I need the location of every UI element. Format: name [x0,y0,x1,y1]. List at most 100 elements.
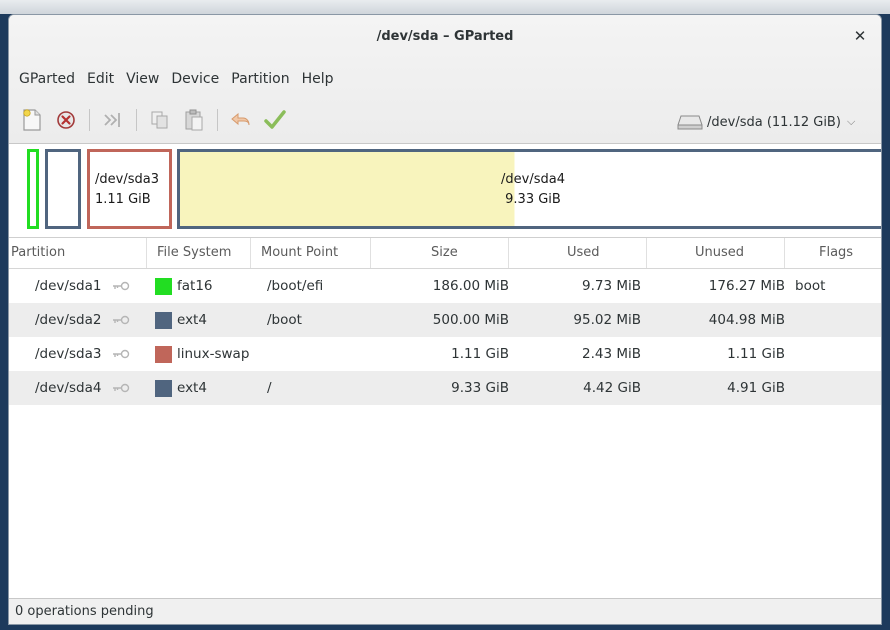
resize-move-button[interactable] [100,107,126,133]
table-row[interactable]: /dev/sda4 ext4 / 9.33 GiB 4.42 GiB 4.91 … [9,371,881,405]
partition-cell: /dev/sda2 [35,303,130,337]
partition-block-sda1[interactable] [27,149,39,229]
filesystem-color-swatch [155,345,172,363]
key-icon [112,315,129,325]
unused-cell: 1.11 GiB [727,346,785,362]
statusbar: 0 operations pending [9,598,881,624]
partition-name: /dev/sda4 [35,380,102,396]
size-cell: 9.33 GiB [451,380,509,396]
used-cell: 2.43 MiB [581,346,641,362]
key-icon [112,281,129,291]
device-selector[interactable]: /dev/sda (11.12 GiB) ⌵ [677,109,875,135]
partition-block-sda2[interactable] [45,149,81,229]
size-cell: 500.00 MiB [432,312,509,328]
paste-icon [185,109,203,131]
partition-cell: /dev/sda3 [35,337,130,371]
desktop-background [0,0,890,14]
new-icon [23,109,41,131]
partition-block-size: 1.11 GiB [95,192,151,207]
harddisk-icon [677,115,703,130]
used-cell: 95.02 MiB [573,312,641,328]
used-cell: 4.42 GiB [583,380,641,396]
partition-name: /dev/sda2 [35,312,102,328]
toolbar-separator [136,109,137,131]
filesystem-color-swatch [155,311,172,329]
mountpoint-cell: / [267,380,272,396]
titlebar[interactable]: /dev/sda – GParted ✕ [9,15,881,63]
partition-block-name: /dev/sda3 [95,172,159,187]
filesystem-name: linux-swap [177,346,250,362]
column-header-used[interactable]: Used [509,238,647,268]
column-header-flags[interactable]: Flags [785,238,881,268]
toolbar [19,105,296,135]
table-row[interactable]: /dev/sda2 ext4 /boot 500.00 MiB 95.02 Mi… [9,303,881,337]
chevron-down-icon: ⌵ [846,115,856,128]
key-icon [112,349,129,359]
copy-icon [151,111,168,129]
undo-icon [231,112,250,126]
undo-button[interactable] [228,107,254,133]
copy-button[interactable] [147,107,173,133]
table-row[interactable]: /dev/sda1 fat16 /boot/efi 186.00 MiB 9.7… [9,269,881,303]
table-header: Partition File System Mount Point Size U… [9,238,881,269]
toolbar-separator [217,109,218,131]
menu-partition[interactable]: Partition [225,67,295,91]
mountpoint-cell: /boot [267,312,302,328]
new-partition-button[interactable] [19,107,45,133]
partition-block-sda4[interactable]: /dev/sda4 9.33 GiB [177,149,881,229]
menubar: GParted Edit View Device Partition Help [13,67,340,91]
size-cell: 186.00 MiB [432,278,509,294]
column-header-mountpoint[interactable]: Mount Point [251,238,371,268]
partition-table: Partition File System Mount Point Size U… [9,237,881,600]
resize-move-icon [104,113,120,127]
filesystem-cell: ext4 [155,303,207,337]
column-header-filesystem[interactable]: File System [147,238,251,268]
table-row[interactable]: /dev/sda3 linux-swap 1.11 GiB 2.43 MiB 1… [9,337,881,371]
menu-help[interactable]: Help [296,67,340,91]
filesystem-cell: linux-swap [155,337,249,371]
window-header: /dev/sda – GParted ✕ GParted Edit View D… [9,15,881,144]
partition-visualizer: /dev/sda3 1.11 GiB /dev/sda4 9.33 GiB [19,149,881,229]
filesystem-color-swatch [155,277,172,295]
column-header-partition[interactable]: Partition [9,238,147,268]
key-icon [112,383,129,393]
partition-name: /dev/sda1 [35,278,102,294]
partition-block-label: /dev/sda4 9.33 GiB [180,170,881,210]
filesystem-name: ext4 [177,312,207,328]
column-header-size[interactable]: Size [371,238,509,268]
apply-icon [264,110,286,129]
partition-block-size: 9.33 GiB [505,192,561,207]
partition-block-sda3[interactable]: /dev/sda3 1.11 GiB [87,149,172,229]
unused-cell: 4.91 GiB [727,380,785,396]
mountpoint-cell: /boot/efi [267,278,324,294]
paste-button[interactable] [181,107,207,133]
toolbar-separator [89,109,90,131]
flags-cell: boot [795,278,826,294]
filesystem-cell: ext4 [155,371,207,405]
apply-button[interactable] [262,107,288,133]
filesystem-name: fat16 [177,278,213,294]
menu-view[interactable]: View [120,67,165,91]
close-icon[interactable]: ✕ [851,27,869,45]
menu-gparted[interactable]: GParted [13,67,81,91]
gparted-window: /dev/sda – GParted ✕ GParted Edit View D… [8,14,882,625]
partition-name: /dev/sda3 [35,346,102,362]
partition-cell: /dev/sda1 [35,269,130,303]
unused-cell: 404.98 MiB [708,312,785,328]
window-title: /dev/sda – GParted [376,29,514,44]
size-cell: 1.11 GiB [451,346,509,362]
partition-cell: /dev/sda4 [35,371,130,405]
delete-icon [57,111,75,129]
menu-device[interactable]: Device [165,67,225,91]
used-cell: 9.73 MiB [581,278,641,294]
partition-block-label: /dev/sda3 1.11 GiB [95,170,159,210]
column-header-unused[interactable]: Unused [647,238,785,268]
menu-edit[interactable]: Edit [81,67,120,91]
delete-partition-button[interactable] [53,107,79,133]
unused-cell: 176.27 MiB [708,278,785,294]
device-selector-label: /dev/sda (11.12 GiB) [707,114,841,130]
filesystem-color-swatch [155,379,172,397]
filesystem-cell: fat16 [155,269,213,303]
filesystem-name: ext4 [177,380,207,396]
partition-block-name: /dev/sda4 [501,172,565,187]
